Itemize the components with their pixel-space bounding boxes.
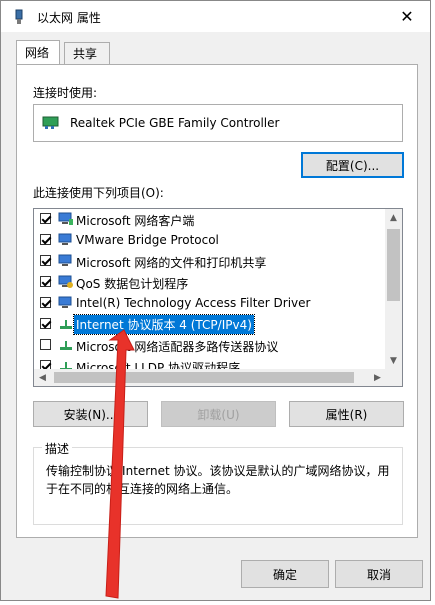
tab-sharing-label: 共享 — [73, 47, 98, 61]
chevron-up-icon[interactable]: ▲ — [385, 209, 402, 226]
scrollbar-corner — [385, 369, 402, 386]
network-tab-panel: 连接时使用: Realtek PCIe GBE Family Controlle… — [16, 64, 418, 538]
tab-sharing[interactable]: 共享 — [64, 42, 110, 64]
description-group: 描述 传输控制协议/Internet 协议。该协议是默认的广域网络协议，用于在不… — [33, 440, 403, 525]
item-checkbox[interactable] — [40, 339, 51, 350]
item-label: Microsoft 网络的文件和打印机共享 — [76, 256, 267, 270]
list-item[interactable]: Microsoft 网络客户端 — [34, 209, 386, 230]
list-item[interactable]: QoS 数据包计划程序 — [34, 272, 386, 293]
list-item[interactable]: VMware Bridge Protocol — [34, 230, 386, 251]
item-checkbox[interactable] — [40, 276, 51, 287]
chevron-down-icon[interactable]: ▼ — [385, 352, 402, 369]
properties-button[interactable]: 属性(R) — [289, 401, 404, 427]
vertical-scroll-thumb[interactable] — [387, 229, 400, 301]
protocol-icon — [58, 317, 74, 332]
adapter-name: Realtek PCIe GBE Family Controller — [70, 116, 280, 130]
description-legend: 描述 — [42, 440, 73, 457]
item-label: Intel(R) Technology Access Filter Driver — [76, 296, 311, 310]
list-item[interactable]: Microsoft 网络适配器多路传送器协议 — [34, 335, 386, 356]
chevron-right-icon[interactable]: ▶ — [369, 369, 386, 386]
item-label: Microsoft 网络适配器多路传送器协议 — [76, 340, 279, 354]
close-button[interactable]: ✕ — [384, 1, 430, 32]
title-bar[interactable]: 以太网 属性 ✕ — [1, 1, 430, 32]
item-checkbox[interactable] — [40, 255, 51, 266]
tab-network-label: 网络 — [25, 46, 50, 60]
ok-button[interactable]: 确定 — [241, 560, 329, 588]
item-checkbox[interactable] — [40, 213, 51, 224]
item-label: Microsoft 网络客户端 — [76, 214, 195, 228]
components-list[interactable]: Microsoft 网络客户端 VMware Bridge Protocol M… — [33, 208, 403, 387]
qos-icon — [58, 275, 74, 290]
network-adapter-icon — [11, 9, 27, 25]
network-card-icon — [42, 116, 60, 130]
description-text: 传输控制协议/Internet 协议。该协议是默认的广域网络协议，用于在不同的相… — [46, 464, 390, 496]
item-label: QoS 数据包计划程序 — [76, 277, 189, 291]
service-icon — [58, 254, 74, 269]
install-button[interactable]: 安装(N)... — [33, 401, 148, 427]
configure-button[interactable]: 配置(C)... — [301, 152, 404, 178]
protocol-icon — [58, 338, 74, 353]
cancel-button[interactable]: 取消 — [335, 560, 423, 588]
item-checkbox[interactable] — [40, 318, 51, 329]
item-checkbox[interactable] — [40, 297, 51, 308]
uninstall-button[interactable]: 卸载(U) — [161, 401, 276, 427]
properties-dialog: 以太网 属性 ✕ 网络 共享 连接时使用: Realtek PCIe GBE F… — [0, 0, 431, 601]
service-icon — [58, 233, 74, 248]
list-item[interactable]: Microsoft 网络的文件和打印机共享 — [34, 251, 386, 272]
chevron-left-icon[interactable]: ◀ — [34, 369, 51, 386]
client-icon — [58, 212, 74, 227]
adapter-field: Realtek PCIe GBE Family Controller — [33, 104, 403, 142]
window-title: 以太网 属性 — [37, 11, 101, 25]
horizontal-scroll-thumb[interactable] — [54, 372, 354, 383]
list-item[interactable]: Intel(R) Technology Access Filter Driver — [34, 293, 386, 314]
vertical-scrollbar[interactable]: ▲ ▼ — [385, 209, 402, 369]
item-checkbox[interactable] — [40, 234, 51, 245]
item-label: Internet 协议版本 4 (TCP/IPv4) — [73, 314, 255, 335]
tab-network[interactable]: 网络 — [16, 40, 60, 64]
service-icon — [58, 296, 74, 311]
list-item-selected[interactable]: Internet 协议版本 4 (TCP/IPv4) — [34, 314, 386, 335]
items-label: 此连接使用下列项目(O): — [33, 186, 164, 200]
close-icon: ✕ — [400, 7, 414, 26]
horizontal-scrollbar[interactable]: ◀ ▶ — [34, 369, 386, 386]
connect-using-label: 连接时使用: — [33, 86, 98, 100]
item-label: VMware Bridge Protocol — [76, 233, 219, 247]
